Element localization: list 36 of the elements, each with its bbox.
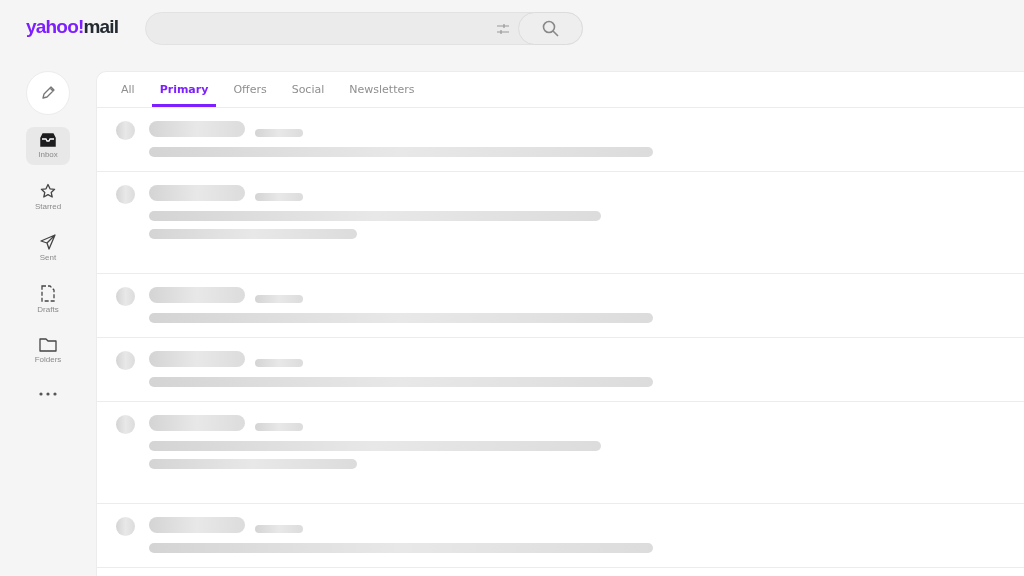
loading-date-placeholder xyxy=(255,359,303,367)
loading-date-placeholder xyxy=(255,423,303,431)
compose-button[interactable] xyxy=(26,71,70,115)
draft-document-icon xyxy=(41,284,55,302)
sidebar-item[interactable]: Sent xyxy=(26,229,70,267)
search-button[interactable] xyxy=(518,12,583,45)
loading-date-placeholder xyxy=(255,295,303,303)
category-tab[interactable]: All xyxy=(113,72,143,107)
category-tab[interactable]: Newsletters xyxy=(341,72,423,107)
sidebar-item[interactable]: Starred xyxy=(26,178,70,216)
folder-icon xyxy=(39,336,57,352)
sidebar-item[interactable]: Inbox xyxy=(26,127,70,165)
loading-avatar-placeholder xyxy=(116,185,135,204)
category-tab[interactable]: Primary xyxy=(151,72,217,107)
loading-date-placeholder xyxy=(255,193,303,201)
loading-avatar-placeholder xyxy=(116,351,135,370)
logo-brand: yahoo! xyxy=(26,16,84,37)
category-tab[interactable]: Offers xyxy=(225,72,275,107)
category-tab[interactable]: Social xyxy=(283,72,333,107)
filter-icon[interactable] xyxy=(497,23,509,34)
paper-plane-icon xyxy=(40,234,56,250)
search-field[interactable] xyxy=(145,12,583,45)
loading-date-placeholder xyxy=(255,129,303,137)
logo-product: mail xyxy=(83,16,119,37)
loading-date-placeholder xyxy=(255,525,303,533)
loading-avatar-placeholder xyxy=(116,415,135,434)
loading-avatar-placeholder xyxy=(116,517,135,536)
loading-avatar-placeholder xyxy=(116,121,135,140)
more-icon xyxy=(39,392,57,396)
star-icon xyxy=(40,183,56,199)
pencil-icon xyxy=(40,85,56,101)
inbox-icon xyxy=(40,133,56,147)
loading-avatar-placeholder xyxy=(116,287,135,306)
sidebar-item[interactable]: Drafts xyxy=(26,280,70,318)
search-icon xyxy=(542,20,559,37)
sidebar-item[interactable]: Folders xyxy=(26,331,70,369)
